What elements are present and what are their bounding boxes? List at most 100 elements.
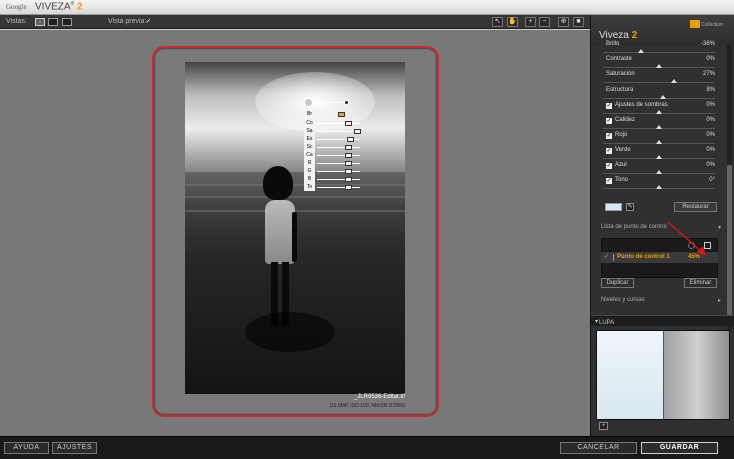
- cp-slider-label: Sc: [304, 143, 315, 151]
- cp-slider-label: Es: [304, 135, 315, 143]
- cp-slider-knob[interactable]: [347, 137, 354, 142]
- zoom-in-icon[interactable]: +: [525, 17, 536, 27]
- scrollbar-thumb[interactable]: [727, 165, 732, 325]
- app-title: VIVEZA® 2: [35, 1, 83, 13]
- cp-slider-knob[interactable]: [345, 153, 352, 158]
- slider-checkbox[interactable]: ✓: [606, 133, 612, 139]
- panel-scrollbar[interactable]: [727, 45, 732, 330]
- slider-label: Azul: [615, 162, 627, 168]
- add-control-point-icon[interactable]: ⊕: [558, 17, 569, 27]
- group-cp-icon[interactable]: [704, 242, 711, 249]
- slider-checkbox[interactable]: ✓: [606, 163, 612, 169]
- view-split-button[interactable]: [48, 18, 58, 26]
- cp-slider-label: To: [304, 183, 315, 191]
- slider-track: [603, 98, 715, 99]
- cp-item-name: Punto de control 1: [617, 254, 670, 260]
- photo-preview[interactable]: [185, 62, 405, 394]
- cp-slider-knob[interactable]: [345, 121, 352, 126]
- pointer-tool-icon[interactable]: ↖: [492, 17, 503, 27]
- loupe-preview[interactable]: [596, 330, 730, 420]
- slider-structure[interactable]: Estructura 8%: [591, 87, 727, 102]
- slider-value: 0%: [706, 132, 715, 138]
- view-side-by-side-button[interactable]: [62, 18, 72, 26]
- zoom-out-icon[interactable]: −: [539, 17, 550, 27]
- slider-checkbox[interactable]: ✓: [606, 148, 612, 154]
- cp-slider-knob[interactable]: [345, 169, 352, 174]
- cp-slider-knob[interactable]: [338, 112, 345, 117]
- loupe-title: ▾ LUPA: [595, 319, 615, 326]
- slider-value: 0%: [706, 147, 715, 153]
- settings-button[interactable]: AJUSTES: [52, 442, 97, 454]
- view-single-button[interactable]: [35, 18, 45, 26]
- cp-slider-knob[interactable]: [354, 129, 361, 134]
- slider-thumb[interactable]: [656, 110, 662, 114]
- slider-thumb[interactable]: [671, 79, 677, 83]
- cp-item-checkbox[interactable]: ✓: [604, 254, 610, 260]
- collapse-arrow-icon[interactable]: ▾: [718, 224, 721, 231]
- cp-list-item[interactable]: ✓ Punto de control 1 45%: [601, 252, 718, 263]
- control-point-size-handle[interactable]: [344, 100, 349, 105]
- slider-warmth[interactable]: ✓ Calidez 0%: [591, 117, 727, 132]
- levels-header[interactable]: Niveles y curvas ▸: [601, 297, 721, 304]
- app-name: VIVEZA: [35, 1, 71, 13]
- slider-red[interactable]: ✓ Rojo 0%: [591, 132, 727, 147]
- cp-slider-bar: [317, 171, 360, 172]
- slider-label: Brillo: [606, 41, 620, 47]
- loupe-header[interactable]: ▾ LUPA: [591, 315, 734, 326]
- hand-tool-icon[interactable]: ✋: [507, 17, 518, 27]
- slider-thumb[interactable]: [656, 125, 662, 129]
- slider-label: Calidez: [615, 117, 636, 123]
- slider-thumb[interactable]: [660, 95, 666, 99]
- cp-slider-knob[interactable]: [345, 145, 352, 150]
- cp-slider-label: Ca: [304, 151, 315, 159]
- slider-checkbox[interactable]: ✓: [606, 178, 612, 184]
- color-swatch[interactable]: [605, 203, 622, 211]
- girl-dress: [265, 200, 295, 264]
- slider-saturation[interactable]: Saturación 27%: [591, 71, 727, 86]
- cp-slider-label: Sa: [304, 127, 315, 135]
- loupe-pin-button[interactable]: +: [599, 422, 608, 430]
- control-point-node[interactable]: [304, 98, 313, 107]
- slider-thumb[interactable]: [656, 185, 662, 189]
- preview-checkbox[interactable]: ✓: [145, 18, 152, 25]
- help-button[interactable]: AYUDA: [4, 442, 49, 454]
- cp-list-header[interactable]: Lista de punto de control ▾: [601, 224, 721, 231]
- slider-label: Estructura: [606, 87, 634, 93]
- expand-arrow-icon[interactable]: ▸: [718, 297, 721, 304]
- cp-slider-knob[interactable]: [345, 177, 352, 182]
- toolbar: Vistas: Vista previa: ✓ ↖ ✋ + − ⊕ ■: [0, 15, 590, 29]
- panel-title: Viveza 2: [599, 30, 637, 41]
- cp-slider-bar: [317, 155, 360, 156]
- slider-thumb[interactable]: [656, 155, 662, 159]
- background-color-icon[interactable]: ■: [573, 17, 584, 27]
- cancel-button[interactable]: CANCELAR: [560, 442, 637, 454]
- cp-slider-knob[interactable]: [345, 161, 352, 166]
- slider-label: Contraste: [606, 56, 633, 62]
- cp-slider-brightness[interactable]: Br: [304, 110, 364, 119]
- slider-track: [603, 52, 715, 53]
- cp-slider-knob[interactable]: [345, 185, 352, 190]
- control-point-size-line: [313, 102, 346, 103]
- save-button[interactable]: GUARDAR: [641, 442, 718, 454]
- slider-shadow-adjust[interactable]: ✓ Ajustes de sombras 0%: [591, 102, 727, 117]
- slider-thumb[interactable]: [656, 170, 662, 174]
- slider-thumb[interactable]: [638, 49, 644, 53]
- delete-button[interactable]: Eliminar: [684, 278, 717, 288]
- slider-thumb[interactable]: [656, 140, 662, 144]
- slider-hue[interactable]: ✓ Tono 0°: [591, 177, 727, 192]
- duplicate-button[interactable]: Duplicar: [601, 278, 634, 288]
- slider-thumb[interactable]: [656, 64, 662, 68]
- loupe-left: [597, 331, 664, 419]
- eyedropper-icon[interactable]: ✎: [626, 203, 634, 211]
- restore-button[interactable]: Restaurar: [674, 202, 717, 212]
- slider-blue[interactable]: ✓ Azul 0%: [591, 162, 727, 177]
- slider-brightness[interactable]: Brillo -36%: [591, 41, 727, 56]
- slider-checkbox[interactable]: ✓: [606, 118, 612, 124]
- slider-contrast[interactable]: Contraste 0%: [591, 56, 727, 71]
- cp-slider-bar: [317, 123, 360, 124]
- slider-checkbox[interactable]: ✓: [606, 103, 612, 109]
- slider-green[interactable]: ✓ Verde 0%: [591, 147, 727, 162]
- show-hide-cp-icon[interactable]: [688, 242, 695, 249]
- levels-title: Niveles y curvas: [601, 297, 645, 303]
- cp-slider-hue[interactable]: To: [304, 183, 364, 192]
